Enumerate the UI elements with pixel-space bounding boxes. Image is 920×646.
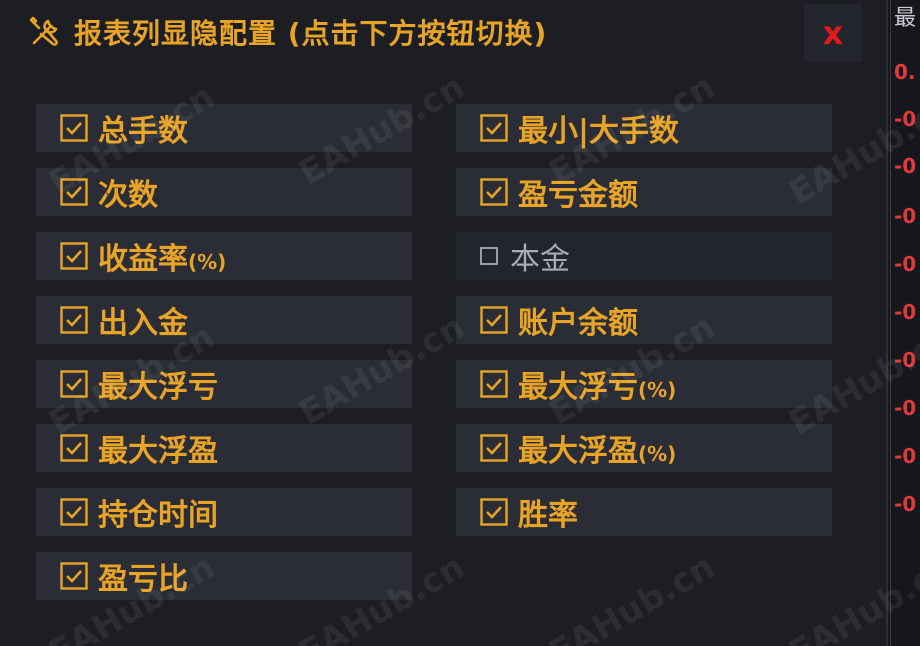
cell-value: -0 bbox=[894, 252, 917, 276]
toggle-label: 最大浮亏 bbox=[98, 370, 218, 405]
toggle-max-floating-loss-pct[interactable]: 最大浮亏(%) bbox=[456, 360, 832, 408]
toggle-label: 次数 bbox=[98, 178, 158, 213]
cell-value: -0 bbox=[894, 348, 917, 372]
percent-suffix: (%) bbox=[188, 250, 227, 274]
toggle-account-balance[interactable]: 账户余额 bbox=[456, 296, 832, 344]
toggle-label: 本金 bbox=[510, 242, 570, 277]
column-header-fragment: 最 bbox=[894, 6, 917, 31]
percent-suffix: (%) bbox=[638, 442, 677, 466]
toggle-label: 收益率(%) bbox=[98, 242, 227, 277]
column-divider bbox=[890, 0, 891, 646]
toggle-return-rate[interactable]: 收益率(%) bbox=[36, 232, 412, 280]
checkbox-checked-icon bbox=[60, 306, 88, 334]
checkbox-checked-icon bbox=[60, 242, 88, 270]
cell-value: -0 bbox=[894, 492, 917, 516]
toggle-holding-time[interactable]: 持仓时间 bbox=[36, 488, 412, 536]
checkbox-checked-icon bbox=[60, 114, 88, 142]
cell-value: -0 bbox=[894, 444, 917, 468]
toggle-trade-count[interactable]: 次数 bbox=[36, 168, 412, 216]
background-report-strip: 最 0. -0 -0 -0 -0 -0 -0 -0 -0 -0 bbox=[890, 0, 920, 646]
toggle-label: 账户余额 bbox=[518, 306, 638, 341]
cell-value: 0. bbox=[894, 60, 916, 84]
column-toggle-grid: 总手数 次数 收益率(%) 出入金 最大浮亏 最大浮盈 持仓时间 盈亏比 最小|… bbox=[0, 0, 888, 646]
checkbox-checked-icon bbox=[60, 562, 88, 590]
toggle-min-max-lots[interactable]: 最小|大手数 bbox=[456, 104, 832, 152]
toggle-label: 盈亏金额 bbox=[518, 178, 638, 213]
toggle-label: 胜率 bbox=[518, 498, 578, 533]
cell-value: -0 bbox=[894, 154, 917, 178]
checkbox-checked-icon bbox=[480, 434, 508, 462]
toggle-total-lots[interactable]: 总手数 bbox=[36, 104, 412, 152]
cell-value: -0 bbox=[894, 204, 917, 228]
toggle-profit-loss-ratio[interactable]: 盈亏比 bbox=[36, 552, 412, 600]
checkbox-unchecked-icon bbox=[480, 247, 498, 265]
checkbox-checked-icon bbox=[480, 306, 508, 334]
cell-value: -0 bbox=[894, 396, 917, 420]
checkbox-checked-icon bbox=[60, 178, 88, 206]
checkbox-checked-icon bbox=[60, 498, 88, 526]
toggle-max-floating-profit-pct[interactable]: 最大浮盈(%) bbox=[456, 424, 832, 472]
cell-value: -0 bbox=[894, 300, 917, 324]
checkbox-checked-icon bbox=[480, 178, 508, 206]
checkbox-checked-icon bbox=[60, 434, 88, 462]
checkbox-checked-icon bbox=[480, 114, 508, 142]
toggle-label: 总手数 bbox=[98, 114, 188, 149]
toggle-label: 盈亏比 bbox=[98, 562, 188, 597]
toggle-label: 出入金 bbox=[98, 306, 188, 341]
toggle-profit-loss-amount[interactable]: 盈亏金额 bbox=[456, 168, 832, 216]
toggle-max-floating-profit[interactable]: 最大浮盈 bbox=[36, 424, 412, 472]
toggle-label: 最小|大手数 bbox=[518, 114, 679, 149]
app-window: 最 0. -0 -0 -0 -0 -0 -0 -0 -0 -0 报表列显隐配置 … bbox=[0, 0, 920, 646]
toggle-max-floating-loss[interactable]: 最大浮亏 bbox=[36, 360, 412, 408]
column-config-dialog: 报表列显隐配置 (点击下方按钮切换) x 总手数 次数 收益率(%) 出入金 最… bbox=[0, 0, 920, 646]
checkbox-checked-icon bbox=[60, 370, 88, 398]
cell-value: -0 bbox=[894, 107, 917, 131]
toggle-label: 最大浮亏(%) bbox=[518, 370, 677, 405]
percent-suffix: (%) bbox=[638, 378, 677, 402]
toggle-label: 最大浮盈 bbox=[98, 434, 218, 469]
toggle-win-rate[interactable]: 胜率 bbox=[456, 488, 832, 536]
checkbox-checked-icon bbox=[480, 498, 508, 526]
toggle-principal[interactable]: 本金 bbox=[456, 232, 832, 280]
checkbox-checked-icon bbox=[480, 370, 508, 398]
toggle-deposit-withdrawal[interactable]: 出入金 bbox=[36, 296, 412, 344]
toggle-label: 最大浮盈(%) bbox=[518, 434, 677, 469]
toggle-label: 持仓时间 bbox=[98, 498, 218, 533]
